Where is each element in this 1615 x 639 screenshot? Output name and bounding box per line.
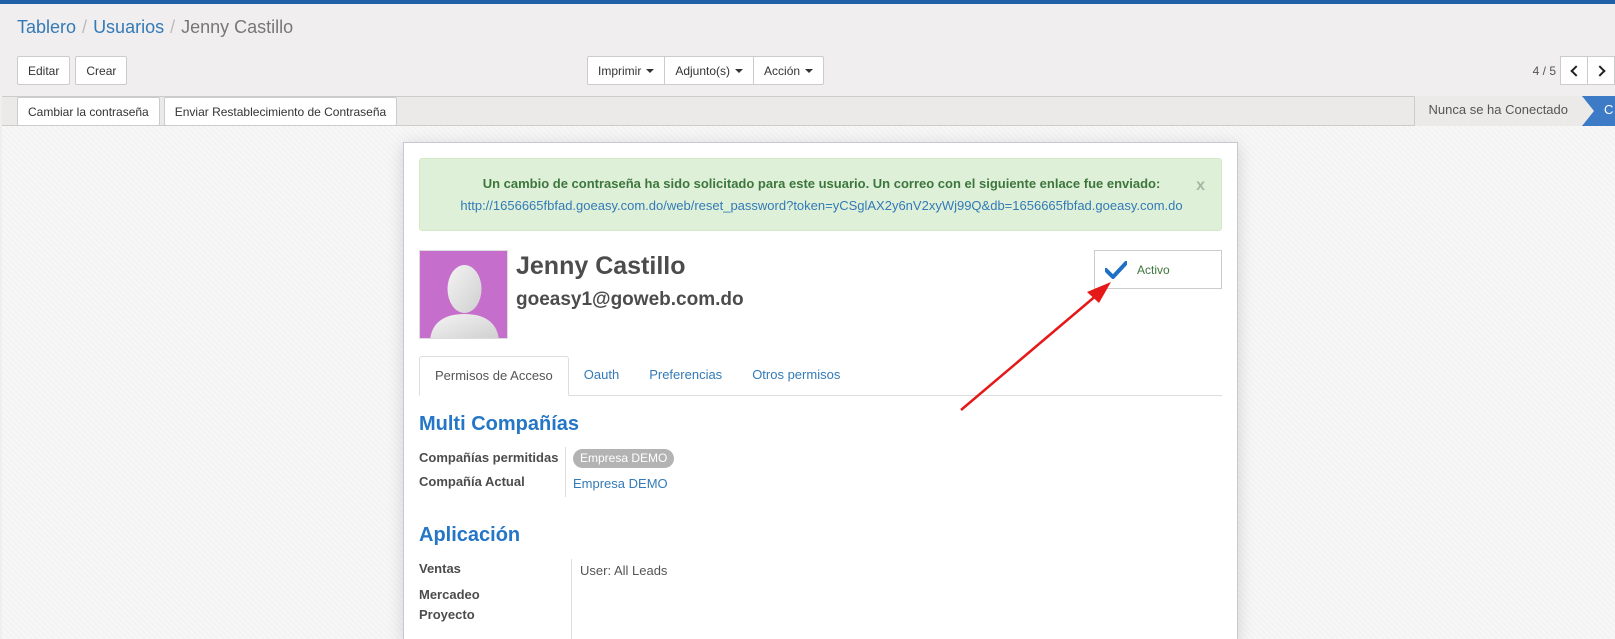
check-icon bbox=[1105, 260, 1127, 279]
project-label: Proyecto bbox=[419, 607, 475, 622]
notebook-tabs: Permisos de Acceso Oauth Preferencias Ot… bbox=[419, 356, 1222, 396]
caret-down-icon bbox=[735, 68, 744, 73]
form-statusbar: Cambiar la contraseña Enviar Restablecim… bbox=[2, 96, 1615, 126]
user-name: Jenny Castillo bbox=[516, 252, 686, 280]
edit-button[interactable]: Editar bbox=[17, 56, 71, 85]
attachments-dropdown-button[interactable]: Adjunto(s) bbox=[664, 56, 755, 85]
state-never-connected[interactable]: Nunca se ha Conectado bbox=[1413, 96, 1582, 126]
caret-down-icon bbox=[646, 68, 655, 73]
pager-value[interactable]: 4 / 5 bbox=[1533, 64, 1556, 78]
multi-company-title: Multi Compañías bbox=[419, 413, 580, 435]
status-states: Nunca se ha Conectado C bbox=[1413, 96, 1615, 126]
breadcrumb-separator: / bbox=[170, 17, 176, 37]
chevron-right-icon bbox=[1593, 64, 1606, 77]
control-panel: Tablero / Usuarios / Jenny Castillo Edit… bbox=[0, 4, 1615, 96]
action-label: Acción bbox=[764, 63, 801, 78]
breadcrumb: Tablero / Usuarios / Jenny Castillo bbox=[17, 17, 293, 38]
tab-oauth[interactable]: Oauth bbox=[569, 356, 634, 396]
alert-message: Un cambio de contraseña ha sido solicita… bbox=[482, 176, 1161, 191]
password-reset-alert: Un cambio de contraseña ha sido solicita… bbox=[419, 158, 1222, 231]
close-icon[interactable]: x bbox=[1196, 177, 1205, 195]
print-label: Imprimir bbox=[598, 63, 642, 78]
action-dropdown-button[interactable]: Acción bbox=[753, 56, 825, 85]
avatar[interactable] bbox=[419, 250, 508, 339]
statusbar-buttons: Cambiar la contraseña Enviar Restablecim… bbox=[17, 97, 398, 126]
send-reset-password-button[interactable]: Enviar Restablecimiento de Contraseña bbox=[163, 97, 398, 126]
chevron-left-icon bbox=[1569, 64, 1582, 77]
tab-other-permissions[interactable]: Otros permisos bbox=[737, 356, 855, 396]
allowed-companies-label: Compañías permitidas bbox=[419, 450, 559, 465]
breadcrumb-item-users[interactable]: Usuarios bbox=[93, 17, 164, 38]
active-label: Activo bbox=[1137, 262, 1170, 277]
form-sheet: Un cambio de contraseña ha sido solicita… bbox=[403, 142, 1238, 639]
sales-label: Ventas bbox=[419, 561, 461, 576]
breadcrumb-separator: / bbox=[82, 17, 88, 37]
field-divider bbox=[571, 559, 572, 639]
print-dropdown-button[interactable]: Imprimir bbox=[587, 56, 666, 85]
tab-preferences[interactable]: Preferencias bbox=[634, 356, 737, 396]
field-divider bbox=[565, 447, 566, 497]
sidebar-actions: Imprimir Adjunto(s) Acción bbox=[587, 56, 825, 85]
current-company-label: Compañía Actual bbox=[419, 474, 525, 489]
marketing-label: Mercadeo bbox=[419, 587, 480, 602]
user-silhouette-icon bbox=[430, 265, 499, 338]
caret-down-icon bbox=[805, 68, 814, 73]
current-company-link[interactable]: Empresa DEMO bbox=[573, 476, 668, 491]
change-password-button[interactable]: Cambiar la contraseña bbox=[17, 97, 160, 126]
state-confirmed[interactable]: C bbox=[1582, 96, 1615, 126]
allowed-company-tag[interactable]: Empresa DEMO bbox=[573, 449, 675, 468]
attachments-label: Adjunto(s) bbox=[675, 63, 731, 78]
tab-access-rights[interactable]: Permisos de Acceso bbox=[419, 356, 569, 396]
sales-value[interactable]: User: All Leads bbox=[580, 563, 667, 578]
pager-next-button[interactable] bbox=[1587, 56, 1615, 85]
pager-previous-button[interactable] bbox=[1560, 56, 1588, 85]
breadcrumb-current: Jenny Castillo bbox=[181, 17, 294, 37]
form-buttons: Editar Crear bbox=[17, 56, 128, 85]
user-login: goeasy1@goweb.com.do bbox=[516, 289, 744, 310]
breadcrumb-item-dashboard[interactable]: Tablero bbox=[17, 17, 76, 38]
create-button[interactable]: Crear bbox=[75, 56, 128, 85]
active-toggle-button[interactable]: Activo bbox=[1094, 250, 1222, 289]
application-title: Aplicación bbox=[419, 524, 521, 546]
reset-password-link[interactable]: http://1656665fbfad.goeasy.com.do/web/re… bbox=[420, 198, 1223, 213]
pager: 4 / 5 bbox=[1533, 56, 1615, 85]
